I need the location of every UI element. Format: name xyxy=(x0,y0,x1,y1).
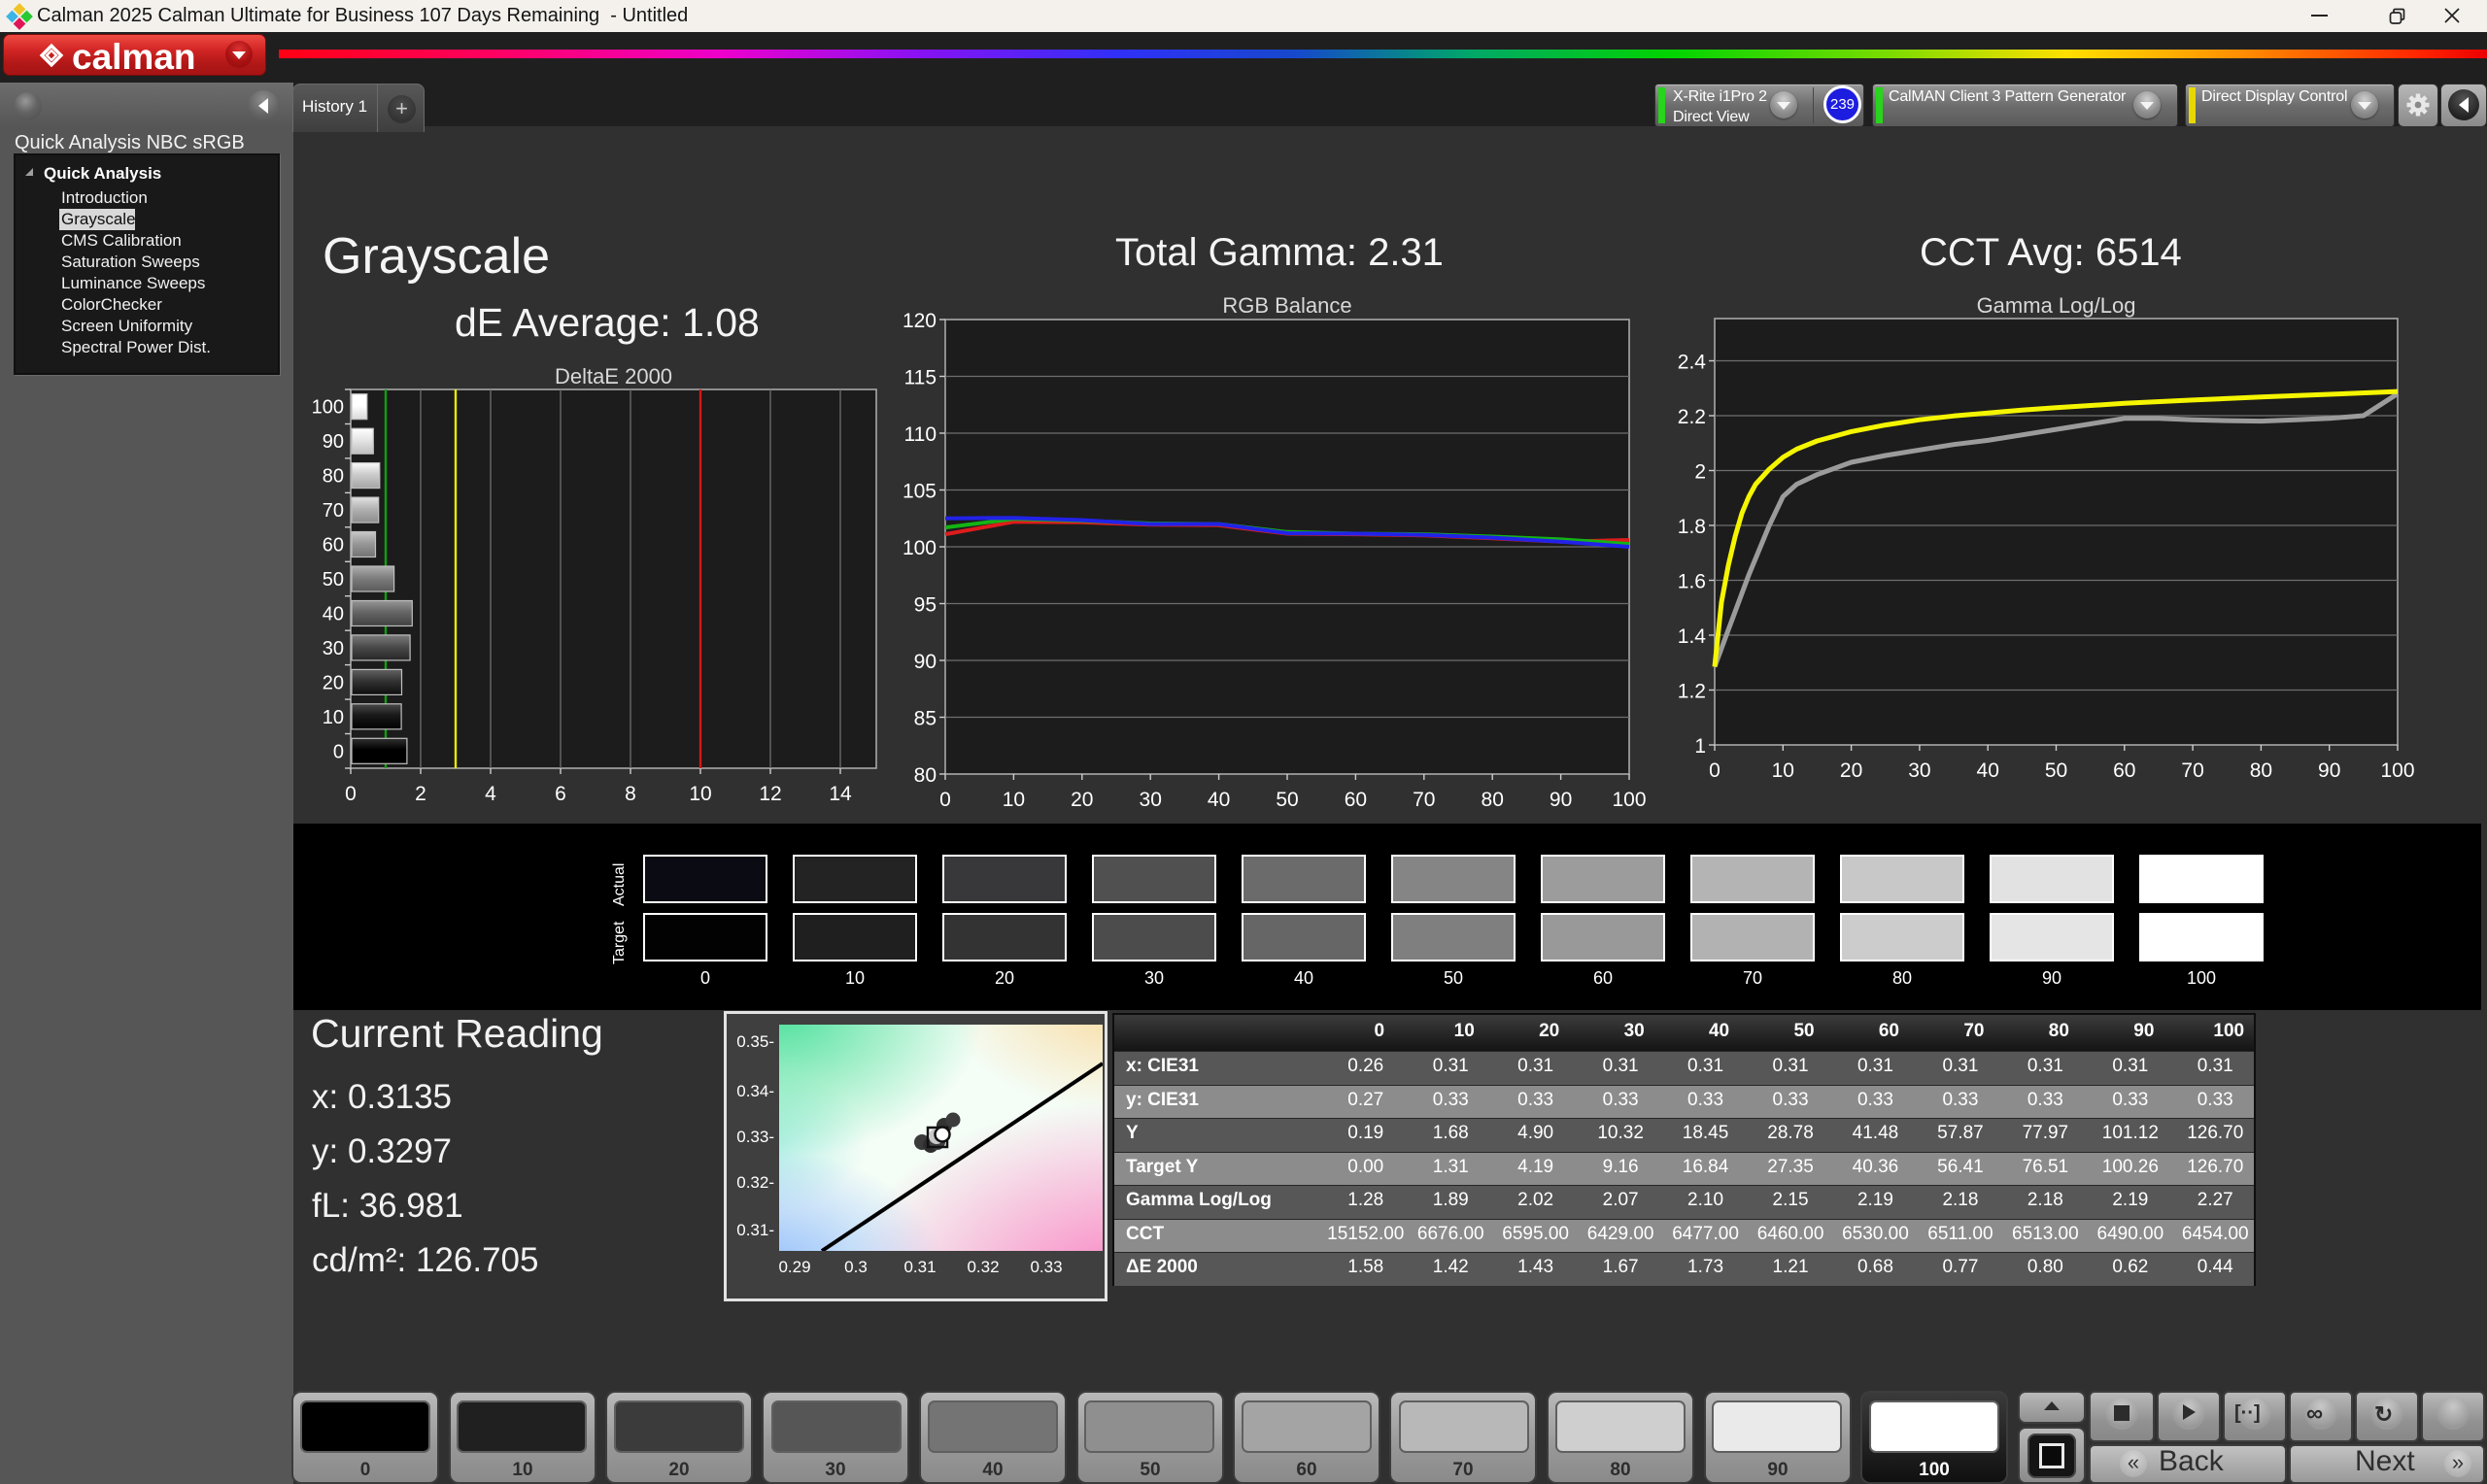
svg-text:0: 0 xyxy=(1709,759,1720,782)
svg-text:105: 105 xyxy=(903,481,937,503)
svg-text:6: 6 xyxy=(555,783,566,805)
svg-text:80: 80 xyxy=(2250,759,2272,782)
svg-text:80: 80 xyxy=(914,764,937,787)
svg-text:20: 20 xyxy=(1840,759,1862,782)
svg-text:2.4: 2.4 xyxy=(1678,352,1707,374)
svg-text:100: 100 xyxy=(2380,759,2414,782)
svg-text:30: 30 xyxy=(1908,759,1930,782)
svg-text:100: 100 xyxy=(312,397,344,419)
svg-text:2: 2 xyxy=(1694,461,1706,484)
svg-text:10: 10 xyxy=(689,783,711,805)
svg-text:50: 50 xyxy=(1276,789,1298,811)
svg-text:70: 70 xyxy=(1413,789,1435,811)
svg-text:Gamma Log/Log: Gamma Log/Log xyxy=(1977,293,2136,318)
svg-text:70: 70 xyxy=(323,500,344,522)
svg-text:20: 20 xyxy=(1071,789,1093,811)
svg-text:1: 1 xyxy=(1694,735,1706,758)
svg-text:60: 60 xyxy=(323,535,344,556)
svg-text:10: 10 xyxy=(1772,759,1794,782)
svg-text:40: 40 xyxy=(1208,789,1230,811)
svg-text:2: 2 xyxy=(415,783,426,805)
svg-text:90: 90 xyxy=(323,431,344,453)
svg-text:100: 100 xyxy=(903,537,937,559)
svg-text:1.8: 1.8 xyxy=(1678,516,1706,538)
svg-text:DeltaE 2000: DeltaE 2000 xyxy=(555,364,672,388)
svg-text:40: 40 xyxy=(323,604,344,625)
svg-text:4: 4 xyxy=(485,783,496,805)
svg-text:90: 90 xyxy=(1550,789,1572,811)
svg-text:100: 100 xyxy=(1612,789,1646,811)
svg-text:50: 50 xyxy=(2045,759,2067,782)
svg-text:40: 40 xyxy=(1977,759,1999,782)
svg-text:10: 10 xyxy=(323,707,344,728)
svg-text:80: 80 xyxy=(1482,789,1504,811)
svg-text:85: 85 xyxy=(914,708,937,730)
svg-text:10: 10 xyxy=(1003,789,1025,811)
svg-text:2.2: 2.2 xyxy=(1678,406,1706,428)
svg-text:1.2: 1.2 xyxy=(1678,681,1706,703)
svg-text:95: 95 xyxy=(914,594,937,617)
svg-text:20: 20 xyxy=(323,672,344,693)
svg-text:30: 30 xyxy=(1140,789,1162,811)
svg-text:RGB Balance: RGB Balance xyxy=(1222,293,1351,318)
svg-text:90: 90 xyxy=(2318,759,2340,782)
svg-text:8: 8 xyxy=(625,783,636,805)
svg-text:110: 110 xyxy=(904,423,937,446)
svg-text:60: 60 xyxy=(1345,789,1367,811)
svg-text:115: 115 xyxy=(904,367,937,389)
svg-text:0: 0 xyxy=(345,783,357,805)
svg-text:90: 90 xyxy=(914,651,937,673)
svg-text:12: 12 xyxy=(759,783,781,805)
svg-text:1.4: 1.4 xyxy=(1678,625,1707,648)
svg-text:1.6: 1.6 xyxy=(1678,571,1706,593)
svg-text:50: 50 xyxy=(323,569,344,590)
svg-text:80: 80 xyxy=(323,466,344,488)
svg-text:30: 30 xyxy=(323,638,344,659)
svg-text:120: 120 xyxy=(903,310,937,332)
svg-text:60: 60 xyxy=(2113,759,2135,782)
svg-text:0: 0 xyxy=(333,741,344,762)
svg-text:70: 70 xyxy=(2181,759,2203,782)
svg-text:0: 0 xyxy=(939,789,951,811)
svg-text:14: 14 xyxy=(829,783,852,805)
